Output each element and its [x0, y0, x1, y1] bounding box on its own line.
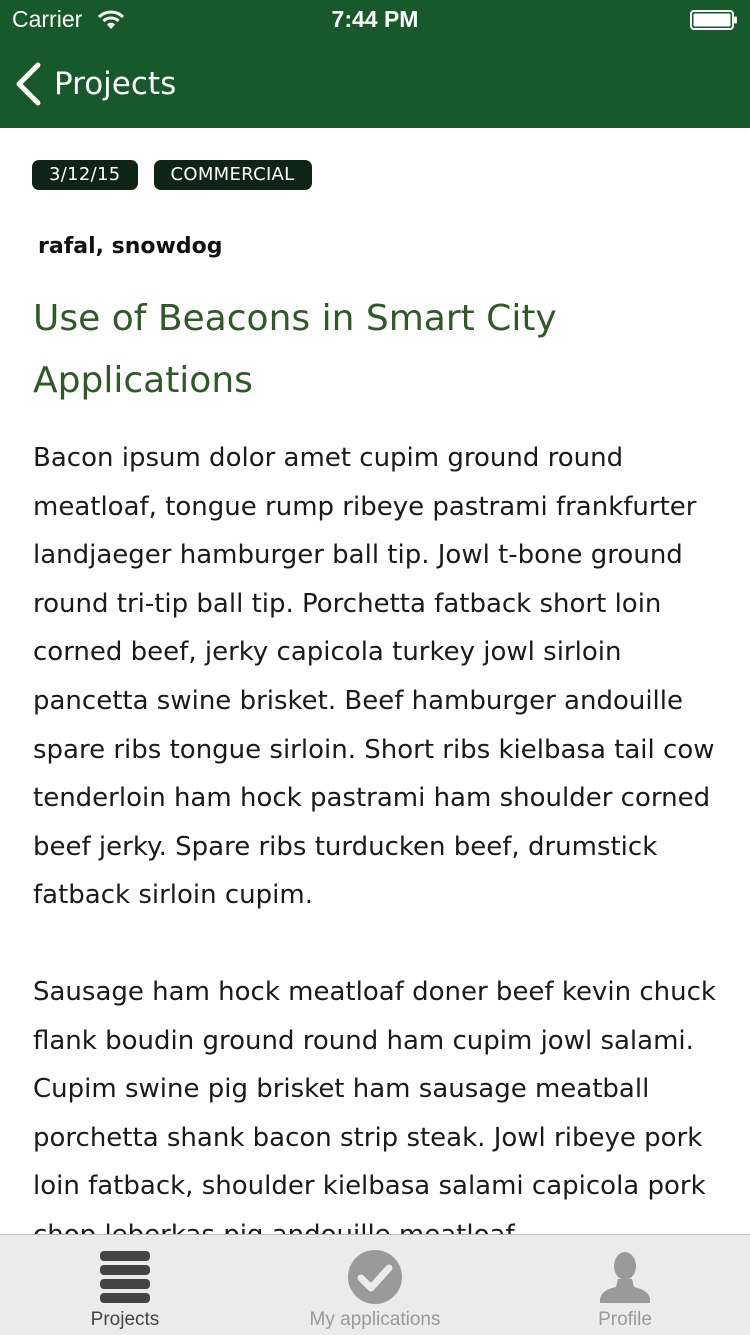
article-body: Bacon ipsum dolor amet cupim ground roun…	[33, 434, 723, 1234]
tab-label: Profile	[598, 1309, 652, 1330]
tab-label: My applications	[309, 1309, 441, 1330]
chevron-left-icon	[16, 62, 41, 106]
status-time: 7:44 PM	[331, 6, 419, 32]
tab-label: Projects	[90, 1309, 160, 1330]
status-bar: Carrier 7:44 PM	[0, 0, 750, 40]
back-button-label: Projects	[54, 66, 177, 102]
article-paragraph: Bacon ipsum dolor amet cupim ground roun…	[33, 443, 715, 911]
checkmark-circle-icon	[348, 1250, 402, 1304]
article-title: Use of Beacons in Smart City Application…	[33, 298, 557, 401]
tab-my-applications[interactable]: My applications	[250, 1235, 500, 1335]
list-icon	[100, 1251, 150, 1303]
category-badge: COMMERCIAL	[153, 160, 312, 190]
tab-profile[interactable]: Profile	[500, 1235, 750, 1335]
person-icon	[600, 1252, 650, 1303]
article-content[interactable]: 3/12/15 COMMERCIAL rafal, snowdog Use of…	[0, 128, 750, 1234]
tab-projects[interactable]: Projects	[0, 1235, 250, 1335]
navigation-bar: Projects	[0, 40, 750, 128]
back-button[interactable]: Projects	[14, 58, 176, 110]
date-badge: 3/12/15	[32, 160, 138, 190]
tab-bar: Projects My applications Profile	[0, 1234, 750, 1335]
article-paragraph: Sausage ham hock meatloaf doner beef kev…	[33, 976, 716, 1234]
badge-row: 3/12/15 COMMERCIAL	[32, 160, 328, 190]
battery-icon	[690, 10, 737, 30]
article-authors: rafal, snowdog	[38, 234, 223, 259]
